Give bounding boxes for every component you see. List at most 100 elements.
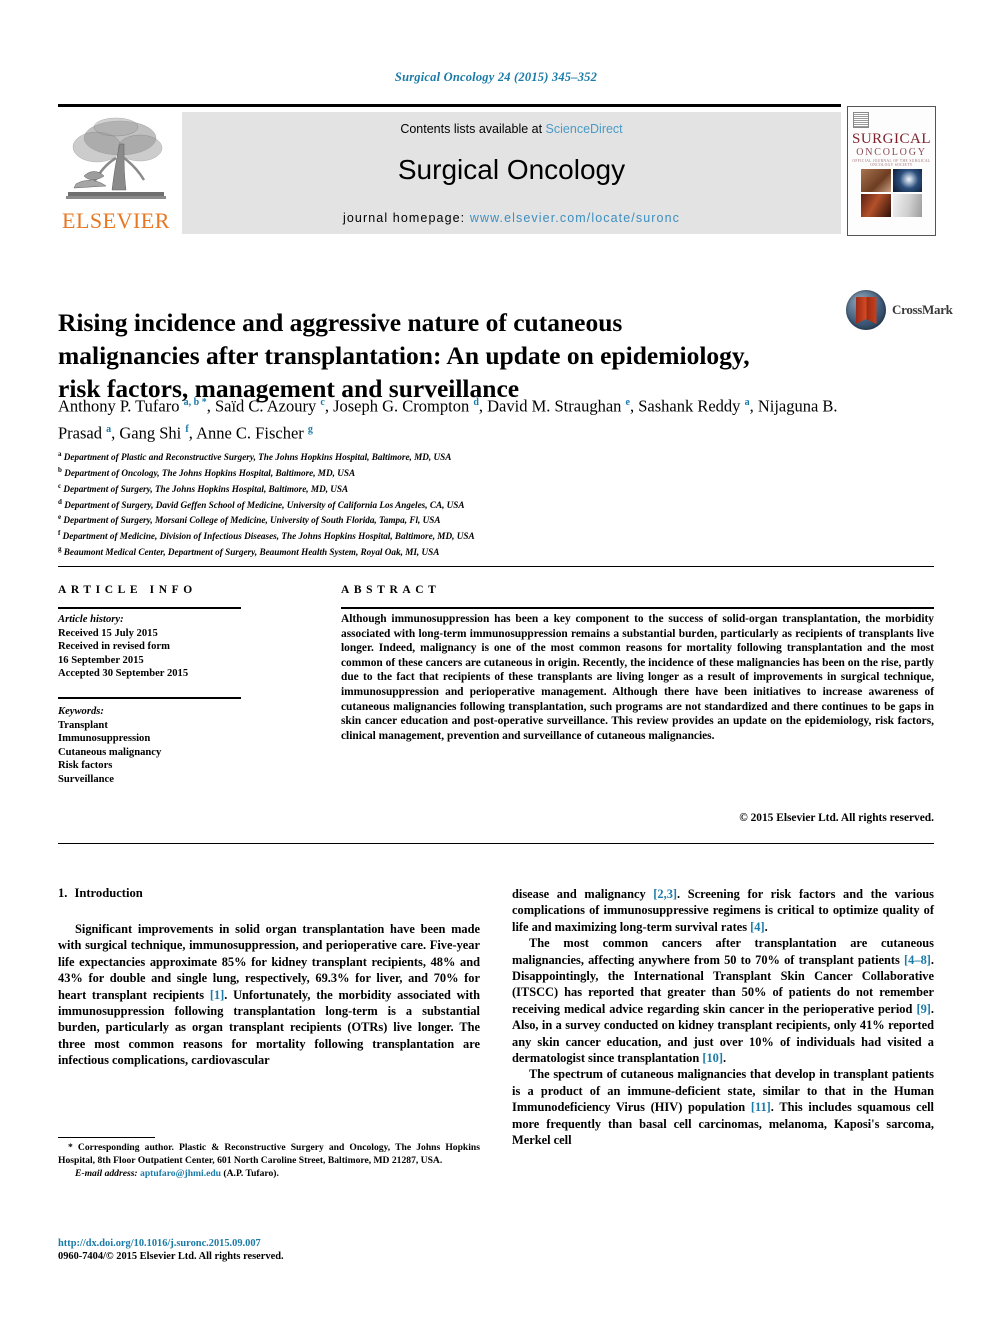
article-history-line: Received in revised form xyxy=(58,641,170,653)
corresponding-author-marker[interactable]: * xyxy=(199,397,207,408)
journal-homepage-line: journal homepage: www.elsevier.com/locat… xyxy=(182,211,841,225)
homepage-prefix: journal homepage: xyxy=(343,211,470,225)
abstract-heading: ABSTRACT xyxy=(341,584,441,596)
keywords-items: Transplant Immunosuppression Cutaneous mal… xyxy=(58,719,258,787)
author-separator: , xyxy=(629,396,639,416)
affiliation-text: Department of Surgery, David Geffen Scho… xyxy=(61,499,465,510)
info-section-top-rule xyxy=(58,566,934,568)
cover-image-4 xyxy=(892,194,922,217)
article-history-line: Accepted 30 September 2015 xyxy=(58,668,189,680)
affiliation-item: f Department of Medicine, Division of In… xyxy=(58,527,838,543)
author-separator: , xyxy=(188,423,197,442)
contents-lists-line: Contents lists available at ScienceDirec… xyxy=(182,122,841,136)
para-text: The most common cancers after transplant… xyxy=(512,936,934,967)
citation-ref[interactable]: [10] xyxy=(702,1051,723,1065)
email-link[interactable]: aptufaro@jhmi.edu xyxy=(140,1168,221,1179)
affiliation-list: a Department of Plastic and Reconstructi… xyxy=(58,448,838,559)
abstract-text: Although immunosuppression has been a ke… xyxy=(341,613,934,742)
doi-link[interactable]: http://dx.doi.org/10.1016/j.suronc.2015.… xyxy=(58,1237,498,1250)
keyword-item[interactable]: Surveillance xyxy=(58,773,258,787)
journal-title: Surgical Oncology xyxy=(397,154,626,185)
body-paragraph: The spectrum of cutaneous malignancies t… xyxy=(512,1066,934,1148)
affiliation-text: Beaumont Medical Center, Department of S… xyxy=(61,547,440,558)
article-history-lines: Received 15 July 2015 Received in revised… xyxy=(58,627,258,681)
author-name: David M. Straughan xyxy=(487,396,626,416)
issn-copyright-line: 0960-7404/© 2015 Elsevier Ltd. All right… xyxy=(58,1251,284,1263)
author-list: Anthony P. Tufaro a, b *, Saïd C. Azoury… xyxy=(58,391,838,444)
citation-ref[interactable]: [4] xyxy=(750,920,764,934)
author-separator: , xyxy=(206,396,215,416)
author-affiliation-marker: g xyxy=(307,423,313,435)
author-separator: , xyxy=(749,396,758,416)
affiliation-item: g Beaumont Medical Center, Department of… xyxy=(58,543,838,559)
journal-homepage-link[interactable]: www.elsevier.com/locate/suronc xyxy=(470,211,680,225)
abstract-copyright: © 2015 Elsevier Ltd. All rights reserved… xyxy=(739,812,934,824)
running-head: Surgical Oncology 24 (2015) 345–352 xyxy=(394,70,598,84)
body-column-left: 1. Introduction Significant improvements … xyxy=(58,886,480,1069)
journal-article-page: Surgical Oncology 24 (2015) 345–352 ELSE… xyxy=(0,0,992,1323)
cover-image-3 xyxy=(861,194,891,217)
journal-cover-thumbnail[interactable]: SURGICAL ONCOLOGY OFFICIAL JOURNAL OF TH… xyxy=(847,106,936,236)
crossmark-badge[interactable]: CrossMark xyxy=(846,288,953,332)
corresponding-author-text: Corresponding author. Plastic & Reconstr… xyxy=(58,1142,480,1166)
article-history: Article history: Received 15 July 2015 Re… xyxy=(58,613,258,681)
para-text: disease and malignancy xyxy=(512,887,654,901)
author-name: Saïd C. Azoury xyxy=(214,396,321,416)
masthead-top-rule xyxy=(58,104,841,107)
article-history-label: Article history: xyxy=(58,614,124,625)
keyword-item[interactable]: Transplant xyxy=(58,719,258,733)
author-separator: , xyxy=(324,396,334,416)
citation-ref[interactable]: [9] xyxy=(916,1002,930,1016)
body-paragraph: The most common cancers after transplant… xyxy=(512,935,934,1066)
citation-ref[interactable]: [4–8] xyxy=(904,953,931,967)
email-attribution: (A.P. Tufaro). xyxy=(221,1168,279,1180)
affiliation-item: c Department of Surgery, The Johns Hopki… xyxy=(58,480,838,496)
sciencedirect-link[interactable]: ScienceDirect xyxy=(546,122,623,136)
para-text: . xyxy=(764,919,768,934)
affiliation-text: Department of Surgery, The Johns Hopkins… xyxy=(61,483,349,494)
affiliation-text: Department of Oncology, The Johns Hopkin… xyxy=(61,467,356,478)
corresponding-author-note: * Corresponding author. Plastic & Recons… xyxy=(58,1142,480,1167)
author-name: Sashank Reddy xyxy=(638,396,745,416)
author-name: Anthony P. Tufaro xyxy=(58,396,184,416)
cover-image-grid xyxy=(861,169,922,217)
affiliation-text: Department of Plastic and Reconstructive… xyxy=(61,452,452,463)
keywords-divider-rule xyxy=(58,697,241,699)
body-column-right: disease and malignancy [2,3]. Screening … xyxy=(512,886,934,1149)
citation-ref[interactable]: [2,3] xyxy=(653,887,677,901)
affiliation-item: a Department of Plastic and Reconstructi… xyxy=(58,448,838,464)
section-title: Introduction xyxy=(74,886,143,900)
author-name: Joseph G. Crompton xyxy=(333,396,474,416)
journal-masthead: ELSEVIER Contents lists available at Sci… xyxy=(58,104,936,238)
author-name: Anne C. Fischer xyxy=(196,423,308,442)
keywords-block: Keywords: Transplant Immunosuppression Cut… xyxy=(58,705,258,787)
keywords-label: Keywords: xyxy=(58,706,104,717)
body-paragraph: disease and malignancy [2,3]. Screening … xyxy=(512,886,934,935)
para-text: . xyxy=(723,1051,727,1066)
cover-subtitle: OFFICIAL JOURNAL OF THE SURGICAL ONCOLOG… xyxy=(852,159,931,167)
article-history-line: 16 September 2015 xyxy=(58,654,144,666)
citation-ref[interactable]: [11] xyxy=(751,1100,771,1114)
info-section-bottom-rule xyxy=(58,843,934,845)
author-separator: , xyxy=(478,396,488,416)
crossmark-label: CrossMark xyxy=(892,302,953,317)
cover-publisher-mark-icon xyxy=(853,112,869,128)
body-paragraph: Significant improvements in solid organ … xyxy=(58,921,480,1069)
affiliation-text: Department of Medicine, Division of Infe… xyxy=(60,531,475,542)
cover-title-line-1: SURGICAL xyxy=(851,131,931,147)
affiliation-item: b Department of Oncology, The Johns Hopk… xyxy=(58,464,838,480)
article-info-underline xyxy=(58,607,241,609)
contents-lists-prefix: Contents lists available at xyxy=(400,122,546,136)
keyword-item[interactable]: Risk factors xyxy=(58,759,258,773)
cover-title-line-2: ONCOLOGY xyxy=(856,147,927,158)
contents-band: Contents lists available at ScienceDirec… xyxy=(182,112,841,234)
footnote-rule xyxy=(58,1137,155,1139)
section-heading-introduction: 1. Introduction xyxy=(58,886,480,901)
crossmark-circle-icon xyxy=(846,290,886,330)
affiliation-item: e Department of Surgery, Morsani College… xyxy=(58,511,838,527)
citation-ref[interactable]: [1] xyxy=(210,988,224,1002)
elsevier-wordmark: ELSEVIER xyxy=(62,208,170,233)
elsevier-tree-icon xyxy=(64,114,168,206)
keyword-item[interactable]: Cutaneous malignancy xyxy=(58,746,258,760)
keyword-item[interactable]: Immunosuppression xyxy=(58,732,258,746)
